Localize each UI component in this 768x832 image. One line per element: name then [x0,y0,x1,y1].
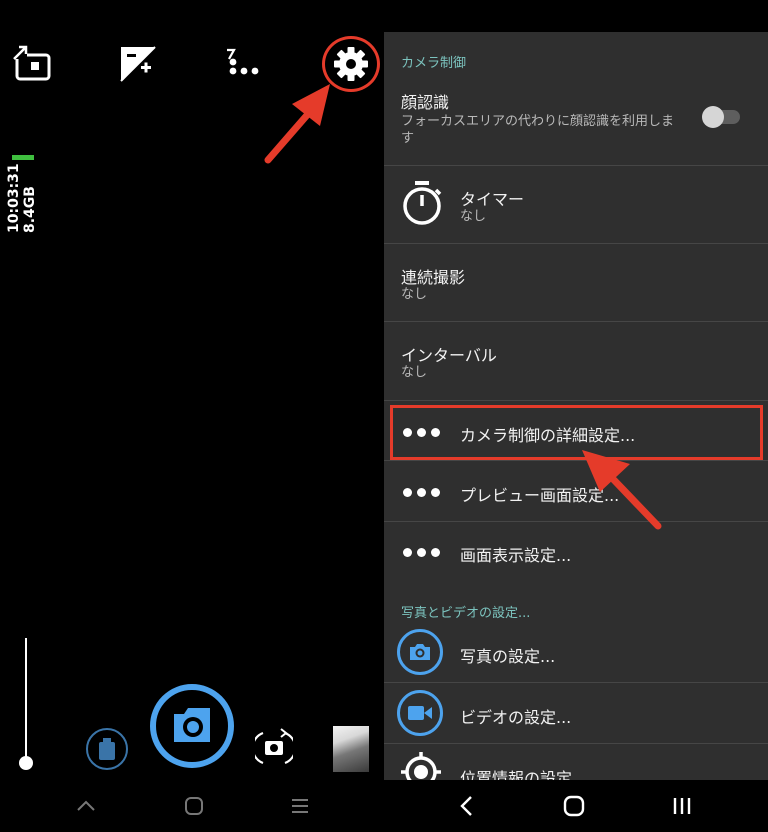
menu-icon[interactable] [270,780,330,832]
interval-title: インターバル [401,346,497,365]
zoom-slider-handle[interactable] [19,756,33,770]
chevron-up-icon[interactable] [56,780,116,832]
face-detection-title: 顔認識 [401,93,450,112]
more-dots-icon [403,548,440,557]
burst-value: なし [401,287,428,302]
shutter-button[interactable] [150,684,234,768]
exposure-lock-icon[interactable] [116,42,160,86]
section-photo-video: 写真とビデオの設定... [401,606,531,621]
divider [384,460,768,461]
video-settings-label: ビデオの設定... [460,708,572,727]
navigation-bar [0,780,768,832]
timer-value: なし [460,209,487,224]
back-icon[interactable] [436,780,496,832]
zoom-slider-track[interactable] [25,638,27,762]
divider [384,743,768,744]
home-icon[interactable] [164,780,224,832]
location-settings-label: 位置情報の設定... [460,769,588,780]
toggle-knob [702,106,724,128]
camera-viewfinder[interactable]: 10:03:31 8.4GB [0,0,384,780]
display-settings-label: 画面表示設定... [460,546,572,565]
clock-text: 10:03:31 [6,163,22,233]
switch-camera-icon[interactable] [254,726,294,770]
divider [384,682,768,683]
burst-title: 連続撮影 [401,268,466,287]
interval-value: なし [401,365,428,380]
annotation-arrow-icon [582,450,662,530]
photo-settings-label: 写真の設定... [460,647,556,666]
divider [384,321,768,322]
storage-text: 8.4GB [22,186,38,233]
recents-icon[interactable] [652,780,712,832]
timer-title: タイマー [460,190,525,209]
more-dots-icon[interactable] [222,42,266,86]
status-block: 10:03:31 8.4GB [6,155,46,235]
annotation-arrow-icon [264,84,330,164]
section-camera-control: カメラ制御 [401,56,467,71]
divider [384,243,768,244]
face-detection-subtitle: フォーカスエリアの代わりに顔認識を利用します [401,114,675,146]
divider [384,400,768,401]
pip-toggle-icon[interactable] [10,42,54,86]
divider [384,165,768,166]
annotation-highlight-box [390,405,763,460]
photo-settings-icon [397,629,443,675]
video-settings-icon [397,690,443,736]
home-icon[interactable] [544,780,604,832]
video-mode-icon [99,738,115,760]
mode-switch-button[interactable] [86,728,128,770]
timer-icon [403,181,442,225]
gallery-thumbnail[interactable] [333,726,369,772]
location-icon [401,752,441,780]
camera-icon [174,708,210,742]
more-dots-icon [403,488,440,497]
divider [384,521,768,522]
